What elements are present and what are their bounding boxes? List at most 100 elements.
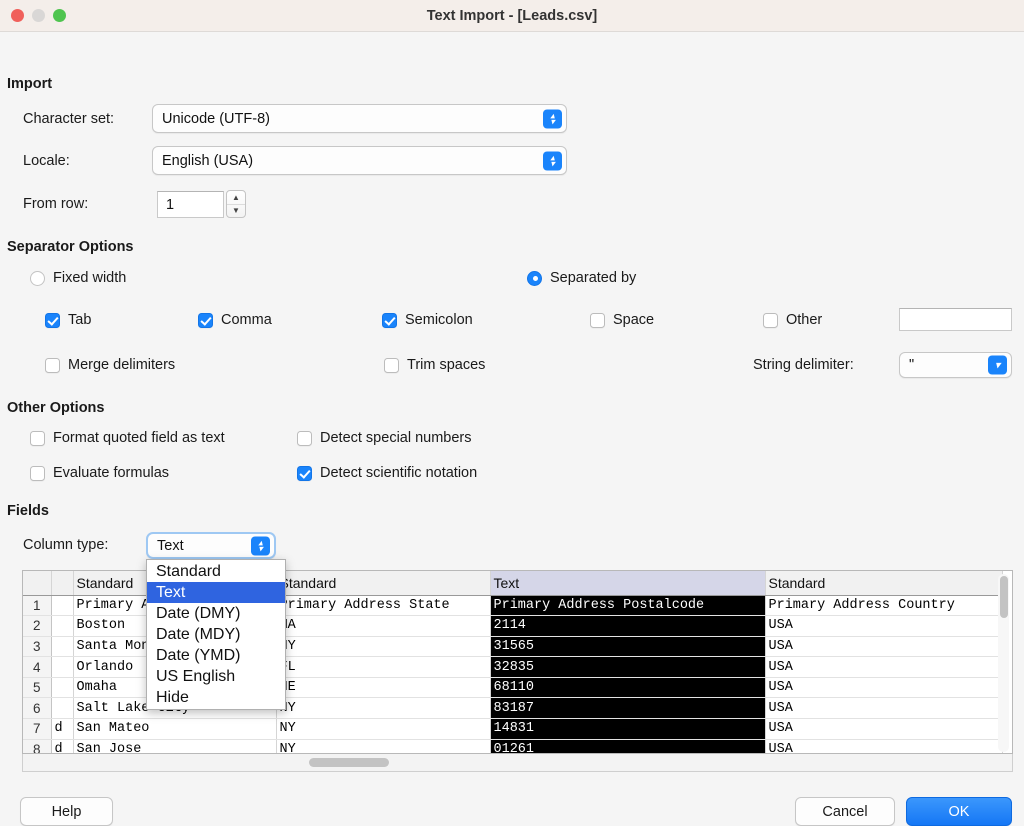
- cell-partial: [51, 595, 74, 617]
- merge-delimiters-label: Merge delimiters: [68, 357, 176, 373]
- stepper-down-icon[interactable]: [227, 205, 245, 218]
- ok-button-label: OK: [948, 803, 970, 820]
- cell-postalcode: 2114: [490, 615, 766, 637]
- checkbox-icon: [198, 312, 213, 328]
- stepper-icon[interactable]: [251, 536, 270, 555]
- cell-city: San Jose: [73, 739, 277, 753]
- minimize-button[interactable]: [32, 9, 45, 22]
- cell-postalcode: 31565: [490, 636, 766, 658]
- menu-item-date-dmy[interactable]: Date (DMY): [147, 603, 285, 624]
- evaluate-formulas-checkbox[interactable]: Evaluate formulas: [30, 465, 169, 481]
- character-set-combo[interactable]: Unicode (UTF-8): [152, 104, 567, 133]
- cell-country: USA: [765, 677, 1003, 699]
- comma-checkbox[interactable]: Comma: [198, 312, 272, 328]
- menu-item-date-ymd[interactable]: Date (YMD): [147, 645, 285, 666]
- other-label: Other: [786, 312, 823, 328]
- stepper-up-icon[interactable]: [227, 191, 245, 205]
- cell-postalcode: Primary Address Postalcode: [490, 595, 766, 617]
- preview-corner: [23, 571, 52, 596]
- help-button-label: Help: [51, 803, 82, 820]
- from-row-input[interactable]: 1: [157, 191, 224, 218]
- cell-partial: [51, 656, 74, 678]
- column-header-state[interactable]: Standard: [276, 571, 491, 596]
- format-quoted-checkbox[interactable]: Format quoted field as text: [30, 430, 225, 446]
- checkbox-icon: [30, 430, 45, 446]
- evaluate-formulas-label: Evaluate formulas: [53, 465, 170, 481]
- detect-special-numbers-checkbox[interactable]: Detect special numbers: [297, 430, 472, 446]
- other-separator-input[interactable]: [899, 308, 1012, 331]
- column-header-postalcode[interactable]: Text: [490, 571, 766, 596]
- cancel-button[interactable]: Cancel: [795, 797, 895, 826]
- fields-section-heading: Fields: [7, 503, 49, 519]
- separated-by-label: Separated by: [550, 270, 637, 286]
- merge-delimiters-checkbox[interactable]: Merge delimiters: [45, 357, 175, 373]
- column-type-dropdown-menu[interactable]: Standard Text Date (DMY) Date (MDY) Date (YM…: [146, 559, 286, 710]
- column-type-combo[interactable]: Text: [146, 532, 276, 559]
- checkbox-icon: [590, 312, 605, 328]
- tab-checkbox[interactable]: Tab: [45, 312, 91, 328]
- space-label: Space: [613, 312, 655, 328]
- string-delimiter-combo[interactable]: ": [899, 352, 1012, 378]
- cancel-button-label: Cancel: [822, 803, 868, 820]
- other-checkbox[interactable]: Other: [763, 312, 822, 328]
- fixed-width-radio[interactable]: Fixed width: [30, 270, 126, 286]
- scrollbar-thumb[interactable]: [999, 576, 1008, 618]
- window-controls: [0, 9, 66, 22]
- locale-value: English (USA): [162, 152, 254, 169]
- menu-item-standard[interactable]: Standard: [147, 561, 285, 582]
- column-type-label: Column type:: [23, 537, 109, 553]
- cell-country: USA: [765, 718, 1003, 740]
- cell-partial: [51, 697, 74, 720]
- menu-item-text[interactable]: Text: [147, 582, 285, 603]
- cell-state: MA: [276, 615, 491, 637]
- menu-item-hide[interactable]: Hide: [147, 687, 285, 708]
- column-header-country[interactable]: Standard: [765, 571, 1003, 596]
- stepper-icon[interactable]: [543, 109, 562, 128]
- cell-state: NY: [276, 697, 491, 720]
- window-title: Text Import - [Leads.csv]: [426, 7, 598, 24]
- cell-country: USA: [765, 615, 1003, 637]
- row-number: 1: [23, 595, 52, 617]
- row-number: 7: [23, 718, 52, 740]
- cell-country: USA: [765, 697, 1003, 720]
- locale-combo[interactable]: English (USA): [152, 146, 567, 175]
- chevron-down-icon[interactable]: [988, 355, 1007, 375]
- checkbox-icon: [382, 312, 397, 328]
- help-button[interactable]: Help: [20, 797, 113, 826]
- window-titlebar: Text Import - [Leads.csv]: [0, 0, 1024, 32]
- menu-item-us-english[interactable]: US English: [147, 666, 285, 687]
- other-options-heading: Other Options: [7, 400, 105, 416]
- from-row-label: From row:: [23, 196, 89, 212]
- detect-scientific-checkbox[interactable]: Detect scientific notation: [297, 465, 477, 481]
- trim-spaces-checkbox[interactable]: Trim spaces: [384, 357, 485, 373]
- string-delimiter-value: ": [909, 357, 915, 373]
- ok-button[interactable]: OK: [906, 797, 1012, 826]
- detect-special-numbers-label: Detect special numbers: [320, 430, 472, 446]
- scrollbar-thumb[interactable]: [309, 758, 389, 767]
- row-number: 8: [23, 739, 52, 753]
- column-type-value: Text: [157, 537, 184, 554]
- from-row-stepper[interactable]: [226, 190, 246, 218]
- row-number: 3: [23, 636, 52, 658]
- row-number: 4: [23, 656, 52, 678]
- cell-country: USA: [765, 656, 1003, 678]
- checkbox-icon: [297, 465, 312, 481]
- preview-vertical-scrollbar[interactable]: [998, 574, 1009, 752]
- menu-item-date-mdy[interactable]: Date (MDY): [147, 624, 285, 645]
- checkbox-icon: [384, 357, 399, 373]
- cell-state: NY: [276, 636, 491, 658]
- trim-spaces-label: Trim spaces: [407, 357, 486, 373]
- semicolon-label: Semicolon: [405, 312, 473, 328]
- stepper-icon[interactable]: [543, 151, 562, 170]
- space-checkbox[interactable]: Space: [590, 312, 654, 328]
- character-set-value: Unicode (UTF-8): [162, 110, 270, 127]
- maximize-button[interactable]: [53, 9, 66, 22]
- checkbox-icon: [297, 430, 312, 446]
- cell-partial: d: [51, 739, 74, 753]
- close-button[interactable]: [11, 9, 24, 22]
- cell-state: FL: [276, 656, 491, 678]
- row-number: 6: [23, 697, 52, 720]
- semicolon-checkbox[interactable]: Semicolon: [382, 312, 473, 328]
- preview-horizontal-scrollbar[interactable]: [22, 754, 1013, 772]
- separated-by-radio[interactable]: Separated by: [527, 270, 636, 286]
